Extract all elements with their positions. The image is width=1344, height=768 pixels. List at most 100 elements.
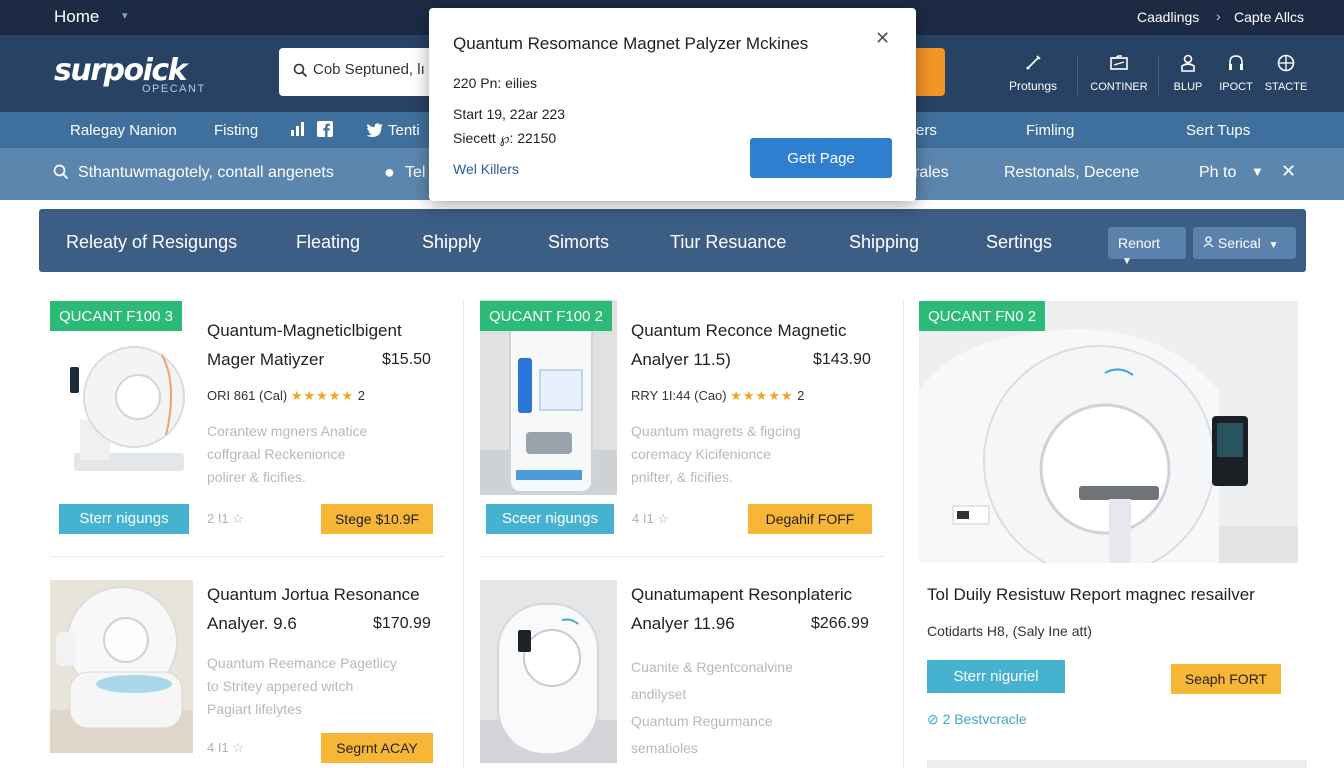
nav2-search-text[interactable]: Sthantuwmagotely, contall angenets	[78, 164, 334, 182]
top-link-capte-allcs[interactable]: Capte Allcs	[1234, 9, 1304, 25]
product-description: Quantum Reemance Pagetlicy to Stritey ap…	[207, 652, 397, 721]
home-link[interactable]: Home	[54, 7, 99, 27]
view-listings-button[interactable]: Sterr niguriel	[927, 660, 1065, 693]
nav-item-sert-tups[interactable]: Sert Tups	[1186, 122, 1250, 139]
product-title[interactable]: Tol Duily Resistuw Report magnec resailv…	[927, 585, 1255, 605]
description-line: sematioles	[631, 740, 698, 756]
view-listings-button[interactable]: Sterr nigungs	[59, 504, 189, 534]
user-icon	[1168, 53, 1208, 77]
header-item-protungs[interactable]: Protungs	[1003, 53, 1063, 93]
chevron-down-icon: ▼	[1122, 256, 1132, 267]
description-line: to Stritey appered witch	[207, 678, 354, 694]
small-note: 4 I1 ☆	[207, 740, 244, 755]
brand-logo-subtitle: OPECANT	[142, 83, 206, 95]
product-image[interactable]	[480, 580, 617, 763]
product-image[interactable]	[919, 301, 1298, 563]
product-title[interactable]: Qunatumapent Resonplateric	[631, 585, 852, 605]
top-link-caadlings[interactable]: Caadlings	[1137, 9, 1199, 25]
modal-link[interactable]: Wel Killers	[453, 161, 519, 177]
close-icon[interactable]: ✕	[875, 28, 890, 49]
chevron-down-icon[interactable]: ▼	[1251, 164, 1264, 179]
divider	[927, 760, 1307, 768]
price-button[interactable]: Stege $10.9F	[321, 504, 433, 534]
category-tiur-resuance[interactable]: Tiur Resuance	[670, 232, 786, 253]
product-subtitle[interactable]: Analyer 11.96	[631, 614, 735, 634]
serical-select-value: Serical	[1217, 235, 1261, 251]
product-image[interactable]	[62, 335, 192, 485]
product-image[interactable]	[50, 580, 193, 753]
product-subtitle[interactable]: Analyer 11.5)	[631, 350, 731, 370]
search-icon[interactable]	[53, 164, 69, 185]
nav2-item-photo[interactable]: Ph to	[1199, 164, 1236, 182]
product-title[interactable]: Quantum-Magneticlbigent	[207, 321, 402, 341]
renort-select[interactable]: Renort ▼	[1108, 227, 1186, 267]
nav-item-fimling[interactable]: Fimling	[1026, 122, 1074, 139]
star-rating-icon: ★★★★★	[290, 388, 355, 403]
best-oracle-link[interactable]: ⊘ 2 Bestvcracle	[927, 711, 1027, 728]
product-tag: QUCANT F100 3	[50, 301, 182, 331]
price-button[interactable]: Segrnt ACAY	[321, 733, 433, 763]
close-icon[interactable]: ✕	[1281, 161, 1296, 182]
serical-select[interactable]: Serical ▼	[1193, 227, 1296, 259]
nav-item-ers[interactable]: ers	[916, 122, 937, 139]
search-input[interactable]	[313, 61, 433, 78]
price-button[interactable]: Seaph FORT	[1171, 664, 1281, 694]
product-title[interactable]: Quantum Reconce Magnetic	[631, 321, 846, 341]
description-line: andilyset	[631, 686, 687, 702]
category-releaty[interactable]: Releaty of Resigungs	[66, 232, 237, 253]
category-simorts[interactable]: Simorts	[548, 232, 609, 253]
small-note: 2 I1 ☆	[207, 511, 244, 526]
header-item-label: BLUP	[1173, 81, 1203, 93]
nav2-item-rales[interactable]: rales	[914, 164, 949, 182]
header-item-label: Protungs	[1008, 79, 1058, 93]
view-listings-button[interactable]: Sceer nigungs	[486, 504, 614, 534]
divider	[1077, 55, 1078, 95]
product-description: Corantew mgners Anatice coffgraal Recken…	[207, 420, 367, 489]
divider	[463, 300, 464, 768]
header-item-ipoct[interactable]: IPOCT	[1213, 53, 1259, 93]
category-fleating[interactable]: Fleating	[296, 232, 360, 253]
nav-item-ralegay-nanion[interactable]: Ralegay Nanion	[70, 122, 177, 139]
product-subtitle[interactable]: Analyer. 9.6	[207, 614, 297, 634]
get-page-button[interactable]: Gett Page	[750, 138, 892, 178]
category-shipply[interactable]: Shipply	[422, 232, 481, 253]
header-item-continer[interactable]: CONTINER	[1090, 53, 1148, 93]
product-modal: Quantum Resomance Magnet Palyzer Mckines…	[429, 8, 916, 201]
nav2-item-tel[interactable]: Tel	[405, 164, 425, 182]
description-line: Quantum Regurmance	[631, 713, 773, 729]
product-sku: ORI 861 (Cal)	[207, 388, 288, 403]
product-price: $15.50	[382, 351, 431, 368]
modal-line: Siecett ℘: 22150	[453, 130, 557, 146]
header-item-stacte[interactable]: STACTE	[1264, 53, 1308, 93]
refresh-icon: ⊘	[927, 711, 939, 727]
chart-icon[interactable]	[290, 121, 308, 141]
divider	[903, 300, 904, 768]
nav-item-fisting[interactable]: Fisting	[214, 122, 258, 139]
product-subtitle[interactable]: Mager Matiyzer	[207, 350, 324, 370]
small-note: 4 I1 ☆	[632, 511, 669, 526]
twitter-icon[interactable]	[366, 123, 384, 141]
product-price: $170.99	[373, 615, 431, 632]
apple-icon[interactable]: ●	[384, 162, 395, 183]
search-icon	[293, 63, 308, 83]
category-shipping[interactable]: Shipping	[849, 232, 919, 253]
rating-count: 2	[797, 388, 805, 403]
best-oracle-link-label: 2 Bestvcracle	[942, 711, 1027, 727]
description-line: Quantum Reemance Pagetlicy	[207, 655, 397, 671]
star-rating-icon: ★★★★★	[730, 388, 794, 403]
header-item-blup[interactable]: BLUP	[1168, 53, 1208, 93]
price-button[interactable]: Degahif FOFF	[748, 504, 872, 534]
product-sku: RRY 1I:44 (Cao)	[631, 388, 727, 403]
description-line: pnifter, & ficifies.	[631, 469, 733, 485]
description-line: Pagiart lifelytes	[207, 701, 302, 717]
chevron-down-icon[interactable]: ▾	[122, 9, 128, 22]
divider	[1158, 55, 1159, 95]
product-title[interactable]: Quantum Jortua Resonance	[207, 585, 420, 605]
category-sertings[interactable]: Sertings	[986, 232, 1052, 253]
modal-line: Start 19, 22ar 223	[453, 106, 566, 122]
product-tag: QUCANT FN0 2	[919, 301, 1046, 331]
product-meta: ORI 861 (Cal) ★★★★★ 2	[207, 388, 365, 404]
nav-item-tenti[interactable]: Tenti	[388, 122, 420, 139]
nav2-item-restonals[interactable]: Restonals, Decene	[1004, 164, 1139, 182]
facebook-icon[interactable]	[317, 121, 333, 141]
